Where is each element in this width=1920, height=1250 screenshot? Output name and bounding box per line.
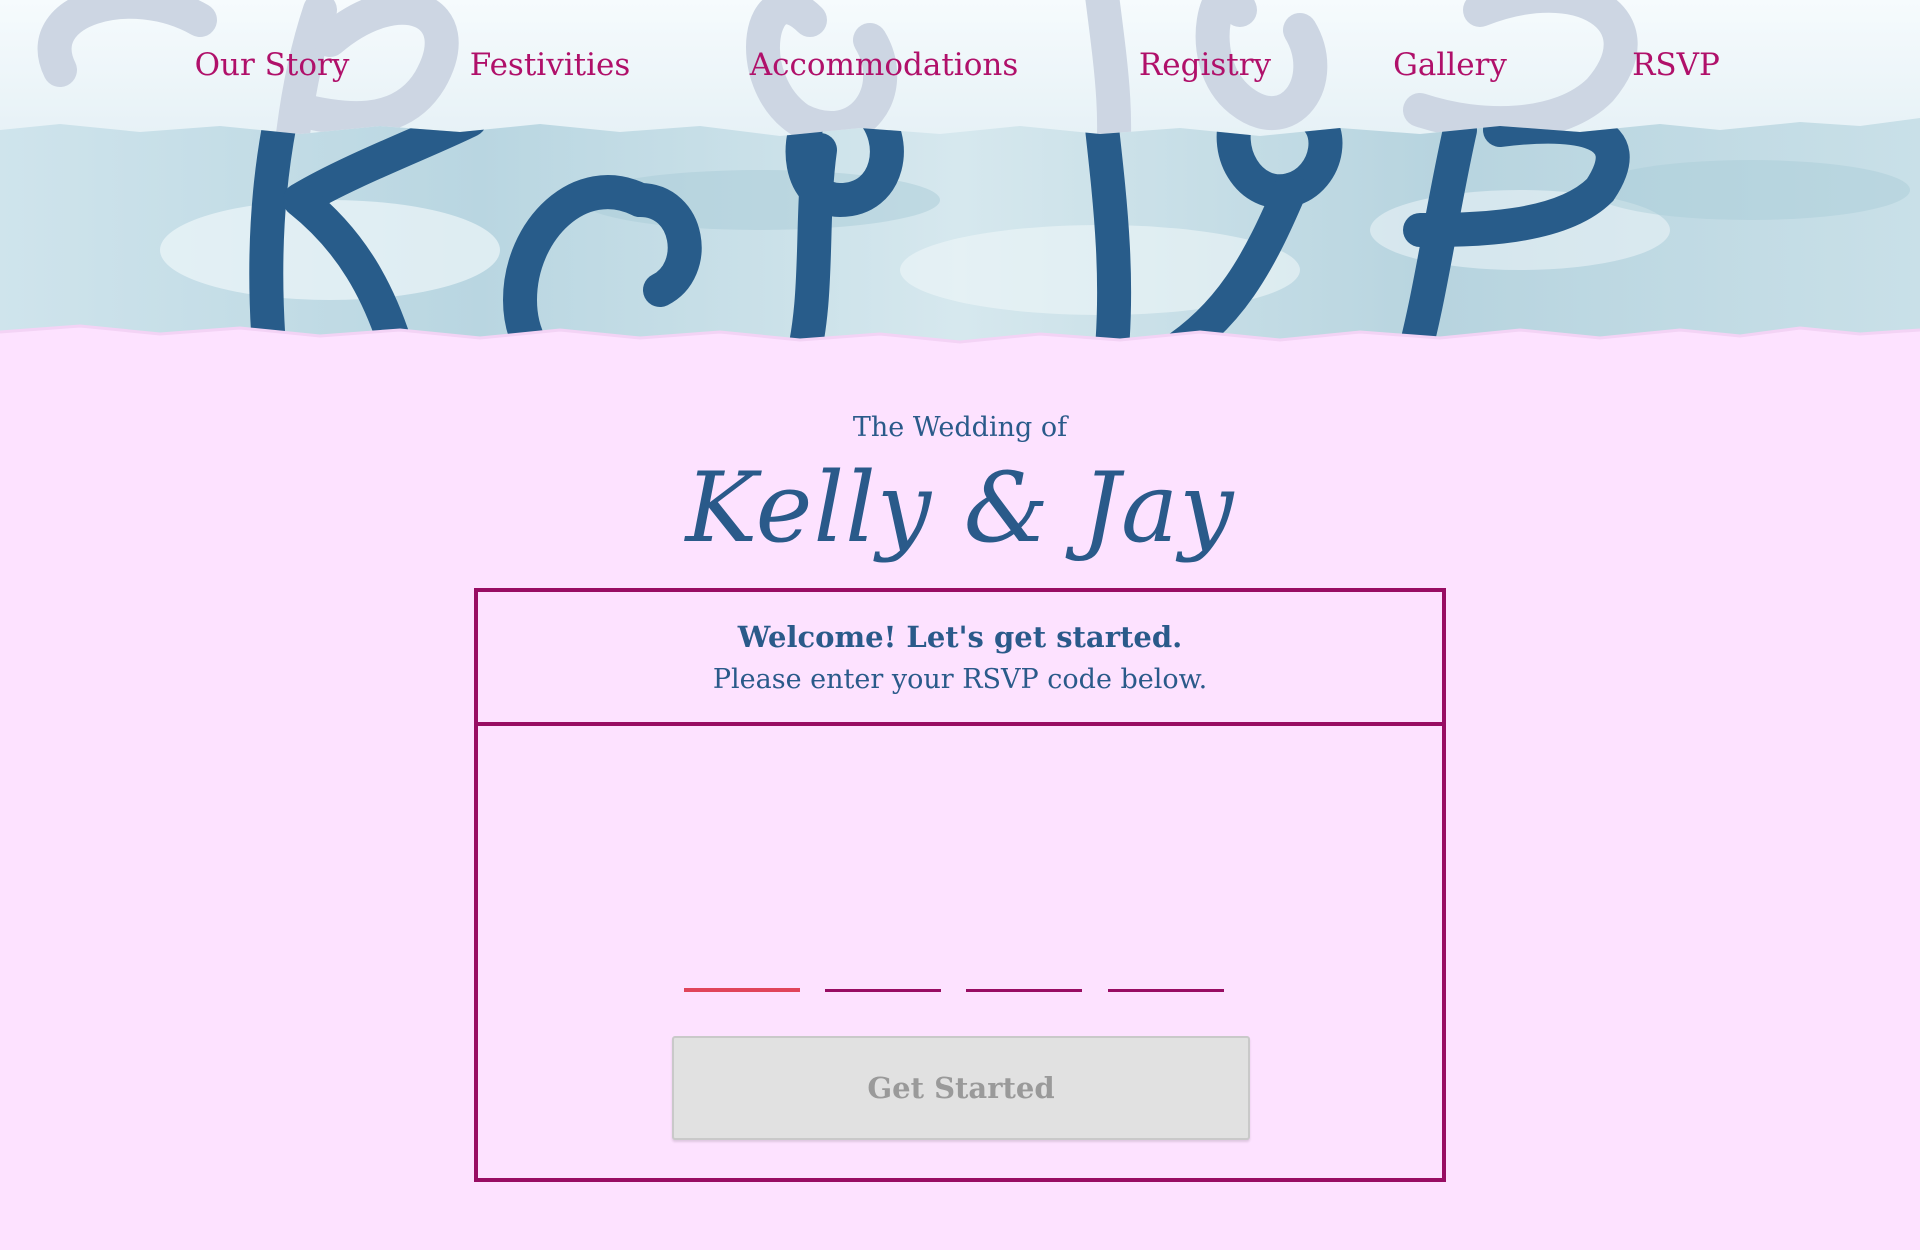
nav-link-gallery[interactable]: Gallery [1393,40,1507,90]
welcome-heading: Welcome! Let's get started. [737,620,1183,654]
nav-link-registry[interactable]: Registry [1139,40,1271,90]
nav-link-accommodations[interactable]: Accommodations [750,40,1018,90]
rsvp-code-input-3[interactable] [966,942,1082,992]
couple-names: Kelly & Jay [685,452,1235,564]
page: Our Story Festivities Accommodations Reg… [0,0,1920,1250]
rsvp-code-input-2[interactable] [825,942,941,992]
nav-link-our-story[interactable]: Our Story [195,40,350,90]
rsvp-code-input-4[interactable] [1108,942,1224,992]
rsvp-card: Welcome! Let's get started. Please enter… [474,588,1446,1182]
rsvp-code-inputs [478,942,1442,992]
nav-link-festivities[interactable]: Festivities [470,40,631,90]
rsvp-card-header: Welcome! Let's get started. Please enter… [478,592,1442,726]
hero-banner: Our Story Festivities Accommodations Reg… [0,0,1920,360]
main-nav: Our Story Festivities Accommodations Reg… [0,40,1920,90]
rsvp-instructions: Please enter your RSVP code below. [712,664,1208,695]
get-started-button[interactable]: Get Started [672,1036,1250,1140]
rsvp-code-input-1[interactable] [684,942,800,992]
nav-link-rsvp[interactable]: RSVP [1632,40,1720,90]
